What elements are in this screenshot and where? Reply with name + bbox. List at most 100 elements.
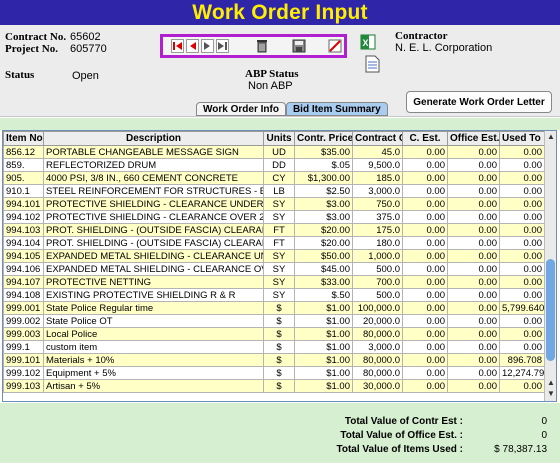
description-cell[interactable]: 4000 PSI, 3/8 IN., 660 CEMENT CONCRETE	[43, 171, 264, 185]
used-to-date-cell[interactable]: 896.708	[499, 353, 545, 367]
contract-qty-cell[interactable]: 500.0	[352, 288, 403, 302]
c-est-cell[interactable]: 0.00	[402, 262, 448, 276]
units-cell[interactable]: SY	[263, 197, 295, 211]
scroll-up-icon[interactable]: ▲	[547, 378, 555, 387]
c-est-cell[interactable]: 0.00	[402, 327, 448, 341]
used-to-date-cell[interactable]: 0.00	[499, 327, 545, 341]
table-row[interactable]: 910.1 STEEL REINFORCEMENT FOR STRUCTURES …	[3, 184, 545, 198]
item-no-cell[interactable]: 994.108	[3, 288, 44, 302]
contract-qty-cell[interactable]: 700.0	[352, 275, 403, 289]
description-cell[interactable]: PROT. SHIELDING - (OUTSIDE FASCIA) CLEAR…	[43, 236, 264, 250]
contract-price-cell[interactable]: $33.00	[294, 275, 353, 289]
column-header[interactable]: C. Est.	[402, 131, 448, 146]
contract-qty-cell[interactable]: 80,000.0	[352, 353, 403, 367]
contract-qty-cell[interactable]: 375.0	[352, 210, 403, 224]
column-header[interactable]: Contr. Price	[294, 131, 353, 146]
contract-price-cell[interactable]: $1.00	[294, 366, 353, 380]
item-no-cell[interactable]: 999.103	[3, 379, 44, 393]
column-header[interactable]: Item No	[3, 131, 44, 146]
table-row[interactable]: 859. REFLECTORIZED DRUM DD $.05 9,500.0 0.00 0…	[3, 158, 545, 172]
column-header[interactable]: Units	[263, 131, 295, 146]
units-cell[interactable]: DD	[263, 158, 295, 172]
table-row[interactable]: 999.003 Local Police $ $1.00 80,000.0 0.00 0.0…	[3, 327, 545, 341]
description-cell[interactable]: Artisan + 5%	[43, 379, 264, 393]
c-est-cell[interactable]: 0.00	[402, 379, 448, 393]
contract-price-cell[interactable]: $3.00	[294, 210, 353, 224]
contract-qty-cell[interactable]: 80,000.0	[352, 327, 403, 341]
contract-price-cell[interactable]: $20.00	[294, 223, 353, 237]
item-no-cell[interactable]: 999.101	[3, 353, 44, 367]
c-est-cell[interactable]: 0.00	[402, 275, 448, 289]
office-est-cell[interactable]: 0.00	[447, 262, 500, 276]
description-cell[interactable]: PROTECTIVE SHIELDING - CLEARANCE OVER 20…	[43, 210, 264, 224]
column-header[interactable]: Description	[43, 131, 264, 146]
table-row[interactable]: 994.108 EXISTING PROTECTIVE SHIELDING R &…	[3, 288, 545, 302]
c-est-cell[interactable]: 0.00	[402, 249, 448, 263]
column-header[interactable]: Office Est.	[447, 131, 500, 146]
used-to-date-cell[interactable]: 0.00	[499, 314, 545, 328]
office-est-cell[interactable]: 0.00	[447, 275, 500, 289]
table-row[interactable]: 856.12 PORTABLE CHANGEABLE MESSAGE SIGN UD…	[3, 145, 545, 159]
c-est-cell[interactable]: 0.00	[402, 366, 448, 380]
table-scrollbar[interactable]: ▲ ▲ ▼	[544, 131, 556, 401]
contract-qty-cell[interactable]: 3,000.0	[352, 340, 403, 354]
table-row[interactable]: 994.107 PROTECTIVE NETTING SY $33.00 700.0 0.…	[3, 275, 545, 289]
used-to-date-cell[interactable]: 0.00	[499, 171, 545, 185]
c-est-cell[interactable]: 0.00	[402, 288, 448, 302]
units-cell[interactable]: $	[263, 366, 295, 380]
used-to-date-cell[interactable]: 0.00	[499, 184, 545, 198]
item-no-cell[interactable]: 994.106	[3, 262, 44, 276]
item-no-cell[interactable]: 999.102	[3, 366, 44, 380]
last-record-icon[interactable]	[216, 39, 229, 53]
units-cell[interactable]: SY	[263, 275, 295, 289]
units-cell[interactable]: $	[263, 379, 295, 393]
used-to-date-cell[interactable]: 0.00	[499, 249, 545, 263]
units-cell[interactable]: SY	[263, 288, 295, 302]
contract-price-cell[interactable]: $1.00	[294, 379, 353, 393]
used-to-date-cell[interactable]: 0.00	[499, 158, 545, 172]
office-est-cell[interactable]: 0.00	[447, 301, 500, 315]
description-cell[interactable]: PROTECTIVE NETTING	[43, 275, 264, 289]
contract-price-cell[interactable]: $20.00	[294, 236, 353, 250]
description-cell[interactable]: State Police OT	[43, 314, 264, 328]
table-row[interactable]: 999.101 Materials + 10% $ $1.00 80,000.0 0.00…	[3, 353, 545, 367]
units-cell[interactable]: FT	[263, 236, 295, 250]
units-cell[interactable]: $	[263, 353, 295, 367]
contract-price-cell[interactable]: $1.00	[294, 340, 353, 354]
contract-qty-cell[interactable]: 3,000.0	[352, 184, 403, 198]
contract-qty-cell[interactable]: 750.0	[352, 197, 403, 211]
office-est-cell[interactable]: 0.00	[447, 171, 500, 185]
generate-work-order-letter-button[interactable]: Generate Work Order Letter	[406, 91, 552, 113]
used-to-date-cell[interactable]: 5,799.640	[499, 301, 545, 315]
item-no-cell[interactable]: 856.12	[3, 145, 44, 159]
scroll-up-icon[interactable]: ▲	[547, 132, 555, 141]
item-no-cell[interactable]: 999.001	[3, 301, 44, 315]
units-cell[interactable]: $	[263, 314, 295, 328]
item-no-cell[interactable]: 999.003	[3, 327, 44, 341]
c-est-cell[interactable]: 0.00	[402, 353, 448, 367]
units-cell[interactable]: LB	[263, 184, 295, 198]
office-est-cell[interactable]: 0.00	[447, 314, 500, 328]
units-cell[interactable]: CY	[263, 171, 295, 185]
save-icon[interactable]	[290, 38, 308, 54]
used-to-date-cell[interactable]: 0.00	[499, 340, 545, 354]
office-est-cell[interactable]: 0.00	[447, 210, 500, 224]
item-no-cell[interactable]: 994.102	[3, 210, 44, 224]
c-est-cell[interactable]: 0.00	[402, 184, 448, 198]
table-row[interactable]: 994.102 PROTECTIVE SHIELDING - CLEARANCE …	[3, 210, 545, 224]
used-to-date-cell[interactable]: 0.00	[499, 288, 545, 302]
description-cell[interactable]: PROT. SHIELDING - (OUTSIDE FASCIA) CLEAR…	[43, 223, 264, 237]
scroll-down-icon[interactable]: ▼	[547, 389, 555, 398]
table-row[interactable]: 905. 4000 PSI, 3/8 IN., 660 CEMENT CONCRE…	[3, 171, 545, 185]
contract-price-cell[interactable]: $1.00	[294, 327, 353, 341]
used-to-date-cell[interactable]: 0.00	[499, 197, 545, 211]
description-cell[interactable]: EXPANDED METAL SHIELDING - CLEARANCE OVE…	[43, 262, 264, 276]
office-est-cell[interactable]: 0.00	[447, 236, 500, 250]
used-to-date-cell[interactable]: 0.00	[499, 145, 545, 159]
item-no-cell[interactable]: 994.107	[3, 275, 44, 289]
office-est-cell[interactable]: 0.00	[447, 145, 500, 159]
office-est-cell[interactable]: 0.00	[447, 327, 500, 341]
contract-qty-cell[interactable]: 45.0	[352, 145, 403, 159]
table-row[interactable]: 999.103 Artisan + 5% $ $1.00 30,000.0 0.00 0.0…	[3, 379, 545, 393]
c-est-cell[interactable]: 0.00	[402, 223, 448, 237]
